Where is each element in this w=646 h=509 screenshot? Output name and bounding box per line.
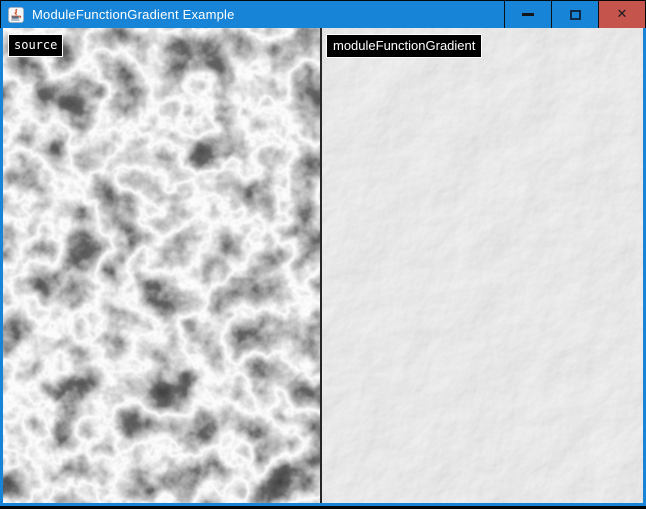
gradient-texture-image bbox=[322, 28, 643, 503]
app-window: ModuleFunctionGradient Example ✕ bbox=[0, 0, 646, 509]
window-controls: ✕ bbox=[504, 1, 645, 28]
minimize-icon bbox=[522, 13, 534, 16]
content-area: source bbox=[0, 28, 646, 506]
close-button[interactable]: ✕ bbox=[598, 1, 645, 28]
maximize-icon bbox=[570, 10, 581, 20]
java-coffee-cup-icon bbox=[8, 7, 24, 23]
gradient-image-label: moduleFunctionGradient bbox=[326, 34, 482, 58]
close-icon: ✕ bbox=[617, 8, 628, 21]
maximize-button[interactable] bbox=[551, 1, 598, 28]
source-image-label: source bbox=[8, 34, 63, 57]
window-title: ModuleFunctionGradient Example bbox=[32, 7, 235, 22]
minimize-button[interactable] bbox=[504, 1, 551, 28]
gradient-image-panel: moduleFunctionGradient bbox=[322, 28, 643, 503]
source-image-panel: source bbox=[3, 28, 320, 503]
titlebar[interactable]: ModuleFunctionGradient Example ✕ bbox=[1, 1, 645, 28]
source-texture-image bbox=[3, 28, 320, 503]
